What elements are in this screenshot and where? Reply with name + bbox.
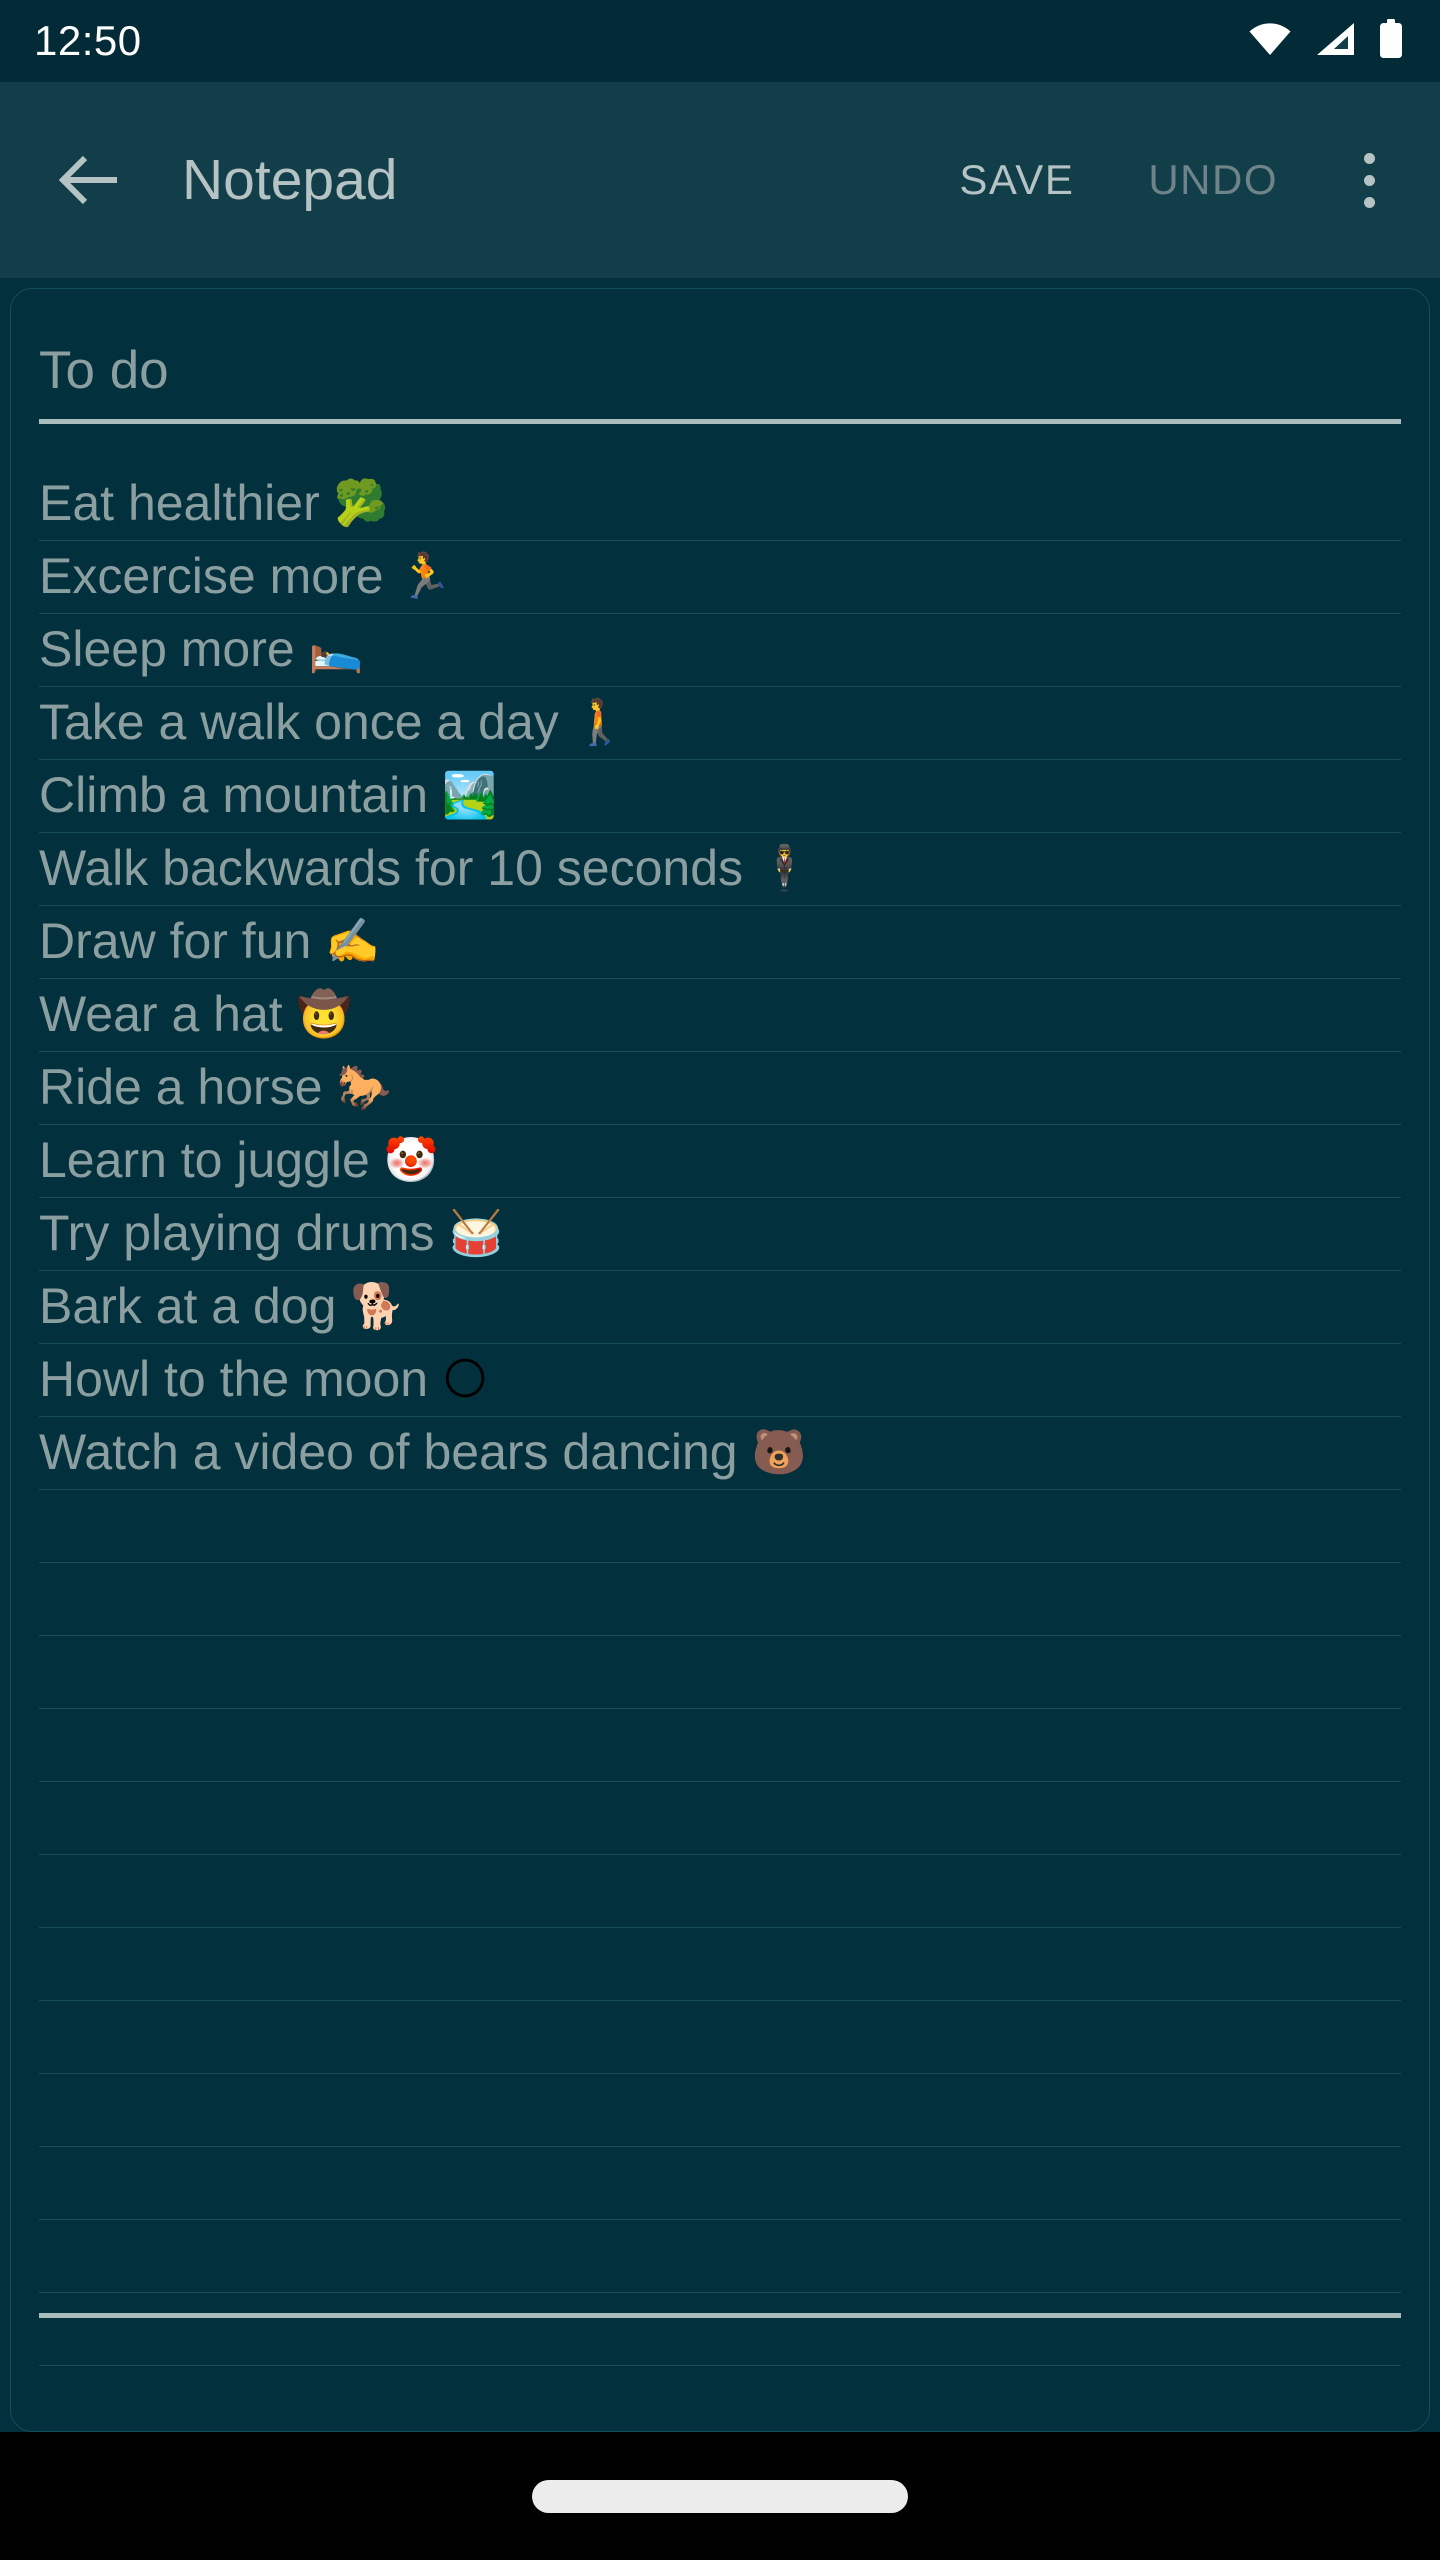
clown-face-emoji: 🤡: [383, 1135, 439, 1187]
save-button[interactable]: SAVE: [953, 143, 1080, 217]
back-button[interactable]: [52, 142, 128, 218]
note-line-text: Excercise more: [39, 548, 384, 605]
note-line[interactable]: Climb a mountain 🏞️: [39, 760, 1401, 833]
note-line[interactable]: Wear a hat 🤠: [39, 979, 1401, 1052]
note-line[interactable]: [39, 1782, 1401, 1855]
note-line-text: Watch a video of bears dancing: [39, 1424, 738, 1481]
note-line-text: Howl to the moon: [39, 1351, 429, 1408]
note-line[interactable]: [39, 2001, 1401, 2074]
note-line-text: Wear a hat: [39, 986, 283, 1043]
person-walking-emoji: 🚶: [572, 697, 628, 749]
note-line[interactable]: Try playing drums 🥁: [39, 1198, 1401, 1271]
note-line[interactable]: Learn to juggle 🤡: [39, 1125, 1401, 1198]
note-line[interactable]: Take a walk once a day 🚶: [39, 687, 1401, 760]
note-line-text: Sleep more: [39, 621, 295, 678]
home-gesture-handle[interactable]: [532, 2479, 908, 2513]
note-line-text: Draw for fun: [39, 913, 312, 970]
person-in-bed-emoji: 🛌: [308, 624, 364, 676]
note-body-editor[interactable]: Eat healthier 🥦 Excercise more 🏃 Sleep more 🛌…: [11, 468, 1429, 2431]
note-line[interactable]: [39, 1928, 1401, 2001]
note-line[interactable]: Howl to the moon 🌕: [39, 1344, 1401, 1417]
note-line-text: Take a walk once a day: [39, 694, 559, 751]
note-line[interactable]: [39, 1636, 1401, 1709]
note-line[interactable]: [39, 2366, 1401, 2431]
phone-screen: 12:50 Notepad SAVE UNDO To do Eat health…: [0, 0, 1440, 2560]
note-line[interactable]: Draw for fun ✍️: [39, 906, 1401, 979]
note-line-text: Try playing drums: [39, 1205, 435, 1262]
note-line[interactable]: Walk backwards for 10 seconds 🕴️: [39, 833, 1401, 906]
battery-icon: [1378, 18, 1404, 64]
note-title-input[interactable]: To do: [39, 343, 1401, 399]
status-bar: 12:50: [0, 0, 1440, 82]
cowboy-hat-face-emoji: 🤠: [296, 989, 352, 1041]
note-title-field[interactable]: To do: [11, 289, 1429, 424]
system-navigation-bar: [0, 2432, 1440, 2560]
note-card: To do Eat healthier 🥦 Excercise more 🏃 Sleep…: [10, 288, 1430, 2432]
full-moon-emoji: 🌕: [442, 1354, 488, 1406]
person-in-suit-levitating-emoji: 🕴️: [757, 843, 812, 895]
cellular-signal-icon: [1314, 22, 1356, 61]
horse-emoji: 🐎: [336, 1062, 392, 1114]
note-active-line-underline: [39, 2313, 1401, 2318]
note-line[interactable]: [39, 2220, 1401, 2293]
note-line[interactable]: [39, 2293, 1401, 2366]
note-line[interactable]: [39, 1709, 1401, 1782]
overflow-dot: [1363, 196, 1375, 208]
note-line-text: Ride a horse: [39, 1059, 323, 1116]
overflow-dot: [1363, 152, 1375, 164]
undo-button[interactable]: UNDO: [1142, 143, 1284, 217]
note-line[interactable]: Excercise more 🏃: [39, 541, 1401, 614]
status-bar-clock: 12:50: [34, 17, 142, 64]
note-line-text: Learn to juggle: [39, 1132, 370, 1189]
broccoli-emoji: 🥦: [333, 478, 389, 530]
dog-emoji: 🐕: [350, 1281, 406, 1333]
note-line[interactable]: [39, 2074, 1401, 2147]
page-title: Notepad: [182, 147, 398, 212]
bear-emoji: 🐻: [751, 1427, 807, 1479]
wifi-icon: [1248, 22, 1292, 61]
app-bar: Notepad SAVE UNDO: [0, 82, 1440, 278]
note-line-text: Bark at a dog: [39, 1278, 337, 1335]
note-line[interactable]: [39, 1563, 1401, 1636]
note-line[interactable]: Bark at a dog 🐕: [39, 1271, 1401, 1344]
overflow-menu-icon[interactable]: [1328, 130, 1410, 230]
national-park-emoji: 🏞️: [442, 770, 497, 822]
note-line[interactable]: Sleep more 🛌: [39, 614, 1401, 687]
note-line[interactable]: [39, 1855, 1401, 1928]
note-line-text: Walk backwards for 10 seconds: [39, 840, 744, 897]
note-line[interactable]: Ride a horse 🐎: [39, 1052, 1401, 1125]
drum-emoji: 🥁: [448, 1208, 504, 1260]
note-line-text: Eat healthier: [39, 475, 320, 532]
overflow-dot: [1363, 174, 1375, 186]
writing-hand-emoji: ✍️: [325, 916, 381, 968]
note-line[interactable]: [39, 1490, 1401, 1563]
note-title-underline: [39, 418, 1401, 424]
note-line[interactable]: [39, 2147, 1401, 2220]
note-line-text: Climb a mountain: [39, 767, 429, 824]
note-line[interactable]: Watch a video of bears dancing 🐻: [39, 1417, 1401, 1490]
note-line[interactable]: Eat healthier 🥦: [39, 468, 1401, 541]
runner-emoji: 🏃: [397, 551, 453, 603]
status-bar-icons: [1248, 18, 1404, 64]
